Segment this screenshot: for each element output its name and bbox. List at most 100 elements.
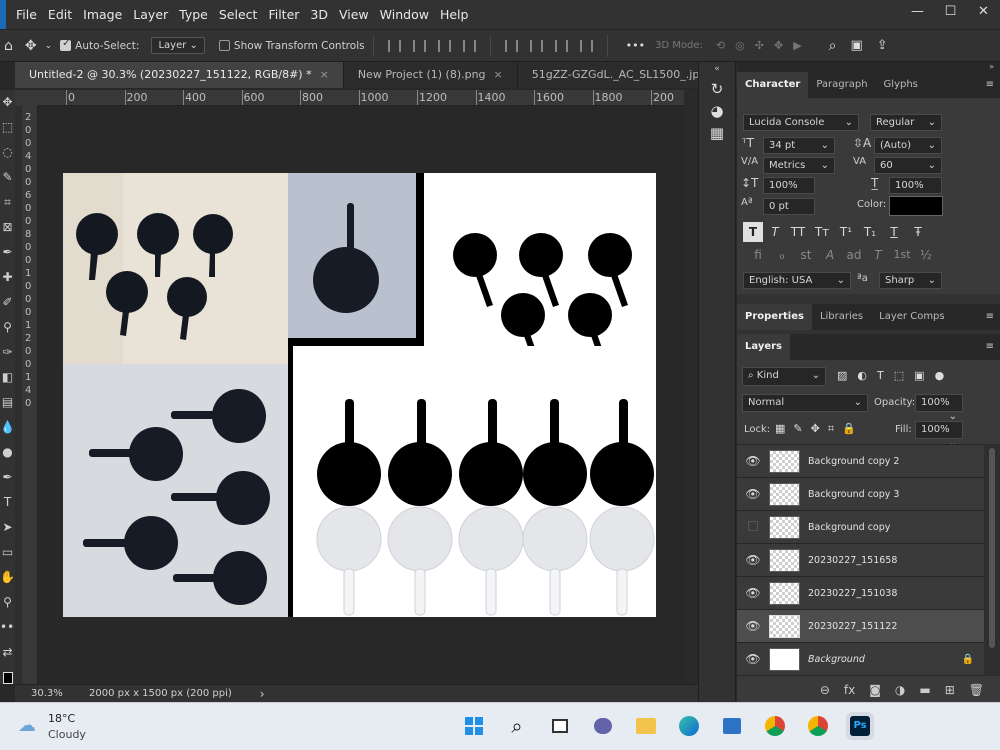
swash-button[interactable]: A (819, 248, 841, 262)
faux-italic-button[interactable]: T (765, 222, 785, 242)
align-right-icon[interactable] (437, 39, 451, 52)
move-tool-icon[interactable]: ✥ (25, 38, 37, 54)
photoshop-icon[interactable]: Ps (846, 712, 874, 740)
eye-icon[interactable]: 👁 (737, 586, 769, 600)
menu-help[interactable]: Help (440, 7, 469, 22)
lasso-tool-icon[interactable]: ◌ (0, 140, 15, 165)
new-layer-icon[interactable]: ⊞ (945, 683, 955, 697)
close-icon[interactable]: × (494, 68, 503, 81)
chevron-down-icon[interactable]: ⌄ (45, 41, 53, 51)
eye-icon[interactable]: 👁 (737, 652, 769, 666)
task-view-icon[interactable] (546, 712, 574, 740)
collapse-panels-icon[interactable]: « (699, 64, 735, 74)
eye-icon[interactable]: 👁 (737, 487, 769, 501)
marquee-tool-icon[interactable]: ⬚ (0, 115, 15, 140)
store-icon[interactable] (718, 712, 746, 740)
eye-icon[interactable]: 👁 (737, 553, 769, 567)
path-select-tool-icon[interactable]: ➤ (0, 515, 15, 540)
contextual-alternates-button[interactable]: ℴ (771, 248, 793, 262)
lock-position-icon[interactable]: ✥ (811, 422, 820, 436)
weather-icon[interactable]: ☁ (18, 715, 36, 736)
gradient-tool-icon[interactable]: ▤ (0, 390, 15, 415)
type-tool-icon[interactable]: T (0, 490, 15, 515)
edge-browser-icon[interactable] (675, 712, 703, 740)
dodge-tool-icon[interactable]: ● (0, 440, 15, 465)
home-icon[interactable]: ⌂ (4, 38, 13, 54)
language-dropdown[interactable]: English: USA ⌄ (743, 272, 851, 289)
subscript-button[interactable]: T₁ (859, 222, 881, 242)
align-left-icon[interactable] (387, 39, 401, 52)
swap-colors-icon[interactable]: ⇄ (0, 640, 15, 665)
layer-row[interactable]: 👁 Background copy 2 (737, 445, 984, 478)
lock-artboard-icon[interactable]: ⌗ (828, 422, 834, 436)
distribute-icon[interactable] (462, 39, 476, 52)
more-tools-icon[interactable]: ••• (0, 615, 15, 640)
group-icon[interactable]: ▬ (919, 683, 930, 697)
layer-row[interactable]: Background copy (737, 511, 984, 544)
mask-icon[interactable]: ◙ (869, 683, 881, 697)
history-brush-icon[interactable]: ✑ (0, 340, 15, 365)
adjustment-filter-icon[interactable]: ◐ (857, 369, 867, 382)
weather-condition[interactable]: Cloudy (48, 728, 86, 741)
document-canvas[interactable] (63, 173, 656, 617)
auto-select-dropdown[interactable]: Layer ⌄ (151, 37, 205, 54)
pen-tool-icon[interactable]: ✒ (0, 465, 15, 490)
tab-glyphs[interactable]: Glyphs (876, 72, 926, 98)
vertical-scale-field[interactable]: 100% (763, 177, 815, 194)
fx-icon[interactable]: fx (844, 683, 855, 697)
search-icon[interactable]: ⌕ (503, 712, 531, 740)
ligature-button[interactable]: fi (747, 248, 769, 262)
pixel-filter-icon[interactable]: ▨ (837, 369, 847, 382)
font-style-dropdown[interactable]: Regular ⌄ (870, 114, 942, 131)
discretionary-ligatures-button[interactable]: st (795, 248, 817, 262)
panel-collapse[interactable]: » (737, 62, 1000, 72)
align-middle-icon[interactable] (529, 39, 543, 52)
trash-icon[interactable]: 🗑 (969, 683, 984, 697)
menu-layer[interactable]: Layer (133, 7, 168, 22)
font-size-field[interactable]: 34 pt ⌄ (763, 137, 835, 154)
tab-properties[interactable]: Properties (737, 304, 812, 330)
weather-temp[interactable]: 18°C (48, 712, 75, 725)
search-icon[interactable]: ⌕ (829, 38, 837, 54)
layer-row[interactable]: 👁 20230227_151038 (737, 577, 984, 610)
status-menu-arrow[interactable]: › (260, 687, 265, 701)
opacity-field[interactable]: 100% ⌄ (915, 394, 963, 422)
more-options-button[interactable]: ••• (626, 39, 645, 52)
tracking-field[interactable]: 60 ⌄ (874, 157, 942, 174)
layers-scrollbar[interactable] (984, 444, 1000, 676)
stamp-tool-icon[interactable]: ⚲ (0, 315, 15, 340)
align-center-icon[interactable] (412, 39, 426, 52)
smart-object-filter-icon[interactable]: ▣ (914, 369, 924, 382)
menu-3d[interactable]: 3D (310, 7, 328, 22)
ordinals-button[interactable]: 1st (891, 248, 913, 262)
tab-libraries[interactable]: Libraries (812, 304, 871, 330)
titling-alternates-button[interactable]: T (867, 248, 889, 262)
tab-layers[interactable]: Layers (737, 334, 790, 360)
zoom-tool-icon[interactable]: ⚲ (0, 590, 15, 615)
superscript-button[interactable]: T¹ (835, 222, 857, 242)
quick-select-tool-icon[interactable]: ✎ (0, 165, 15, 190)
distribute-vertical-icon[interactable] (579, 39, 593, 52)
file-explorer-icon[interactable] (632, 712, 660, 740)
brush-tool-icon[interactable]: ✐ (0, 290, 15, 315)
filter-toggle-icon[interactable]: ● (935, 369, 945, 382)
visibility-toggle-off[interactable] (737, 520, 769, 534)
font-family-dropdown[interactable]: Lucida Console ⌄ (743, 114, 859, 131)
teams-chat-icon[interactable] (589, 712, 617, 740)
lock-all-icon[interactable]: 🔒 (842, 422, 856, 436)
menu-filter[interactable]: Filter (268, 7, 299, 22)
chrome-icon[interactable] (761, 712, 789, 740)
layer-row-selected[interactable]: 👁 20230227_151122 (737, 610, 984, 643)
close-icon[interactable]: × (320, 68, 329, 81)
crop-tool-icon[interactable]: ⌗ (0, 190, 15, 215)
color-panel-icon[interactable]: ◕ (699, 102, 735, 120)
layer-row[interactable]: 👁 20230227_151658 (737, 544, 984, 577)
chrome-profile-icon[interactable] (804, 712, 832, 740)
kerning-dropdown[interactable]: Metrics ⌄ (763, 157, 835, 174)
foreground-color-swatch[interactable] (0, 665, 15, 690)
type-filter-icon[interactable]: T (877, 369, 884, 382)
align-bottom-icon[interactable] (554, 39, 568, 52)
adjustment-icon[interactable]: ◑ (895, 683, 905, 697)
link-icon[interactable]: ⊖ (820, 683, 830, 697)
eraser-tool-icon[interactable]: ◧ (0, 365, 15, 390)
